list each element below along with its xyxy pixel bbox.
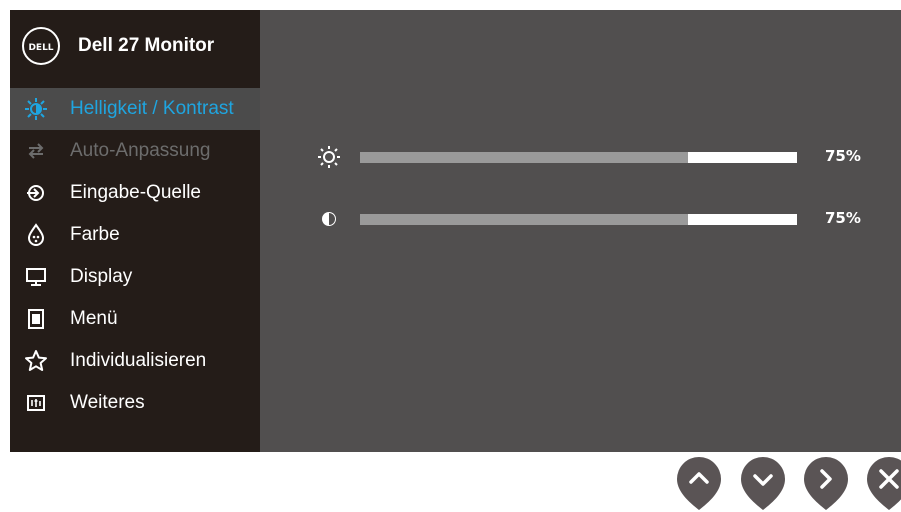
menu-item-others[interactable]: Weiteres — [10, 382, 260, 424]
osd-header: DELL Dell 27 Monitor — [10, 10, 260, 82]
display-icon — [22, 263, 50, 291]
input-source-icon — [22, 179, 50, 207]
main-menu: Helligkeit / Kontrast Auto-Anpassung Ein… — [10, 88, 260, 424]
menu-item-label: Farbe — [70, 224, 120, 245]
color-icon — [22, 221, 50, 249]
brightness-slider-fill — [360, 152, 688, 163]
next-button[interactable] — [803, 457, 849, 512]
contrast-row: 75% — [315, 205, 875, 233]
auto-adjust-icon — [22, 137, 50, 165]
star-icon — [22, 347, 50, 375]
others-icon — [22, 389, 50, 417]
brightness-slider[interactable] — [360, 152, 797, 163]
sun-icon — [315, 143, 343, 171]
contrast-slider[interactable] — [360, 214, 797, 225]
navigation-buttons — [0, 457, 901, 512]
up-button[interactable] — [676, 457, 722, 512]
exit-button[interactable] — [866, 457, 901, 512]
brightness-value: 75% — [825, 147, 861, 165]
brightness-row: 75% — [315, 143, 875, 171]
menu-item-personalize[interactable]: Individualisieren — [10, 340, 260, 382]
menu-item-input-source[interactable]: Eingabe-Quelle — [10, 172, 260, 214]
contrast-slider-fill — [360, 214, 688, 225]
menu-item-label: Menü — [70, 308, 118, 329]
menu-item-label: Display — [70, 266, 133, 287]
settings-panel: 75% 75% — [260, 10, 901, 452]
menu-item-label: Helligkeit / Kontrast — [70, 98, 234, 119]
contrast-value: 75% — [825, 209, 861, 227]
menu-item-color[interactable]: Farbe — [10, 214, 260, 256]
menu-item-label: Weiteres — [70, 392, 145, 413]
menu-item-menu[interactable]: Menü — [10, 298, 260, 340]
svg-text:DELL: DELL — [28, 43, 53, 52]
menu-item-label: Auto-Anpassung — [70, 140, 211, 161]
dell-logo: DELL — [22, 27, 60, 65]
sidebar: DELL Dell 27 Monitor Helligkeit / Kontra… — [10, 10, 260, 452]
menu-item-label: Eingabe-Quelle — [70, 182, 201, 203]
monitor-title: Dell 27 Monitor — [78, 35, 215, 56]
menu-item-label: Individualisieren — [70, 350, 207, 371]
osd-panel: DELL Dell 27 Monitor Helligkeit / Kontra… — [10, 10, 901, 452]
menu-icon — [22, 305, 50, 333]
menu-item-brightness-contrast[interactable]: Helligkeit / Kontrast — [10, 88, 260, 130]
menu-item-auto-adjust[interactable]: Auto-Anpassung — [10, 130, 260, 172]
contrast-icon — [315, 205, 343, 233]
down-button[interactable] — [740, 457, 786, 512]
brightness-icon — [22, 95, 50, 123]
menu-item-display[interactable]: Display — [10, 256, 260, 298]
